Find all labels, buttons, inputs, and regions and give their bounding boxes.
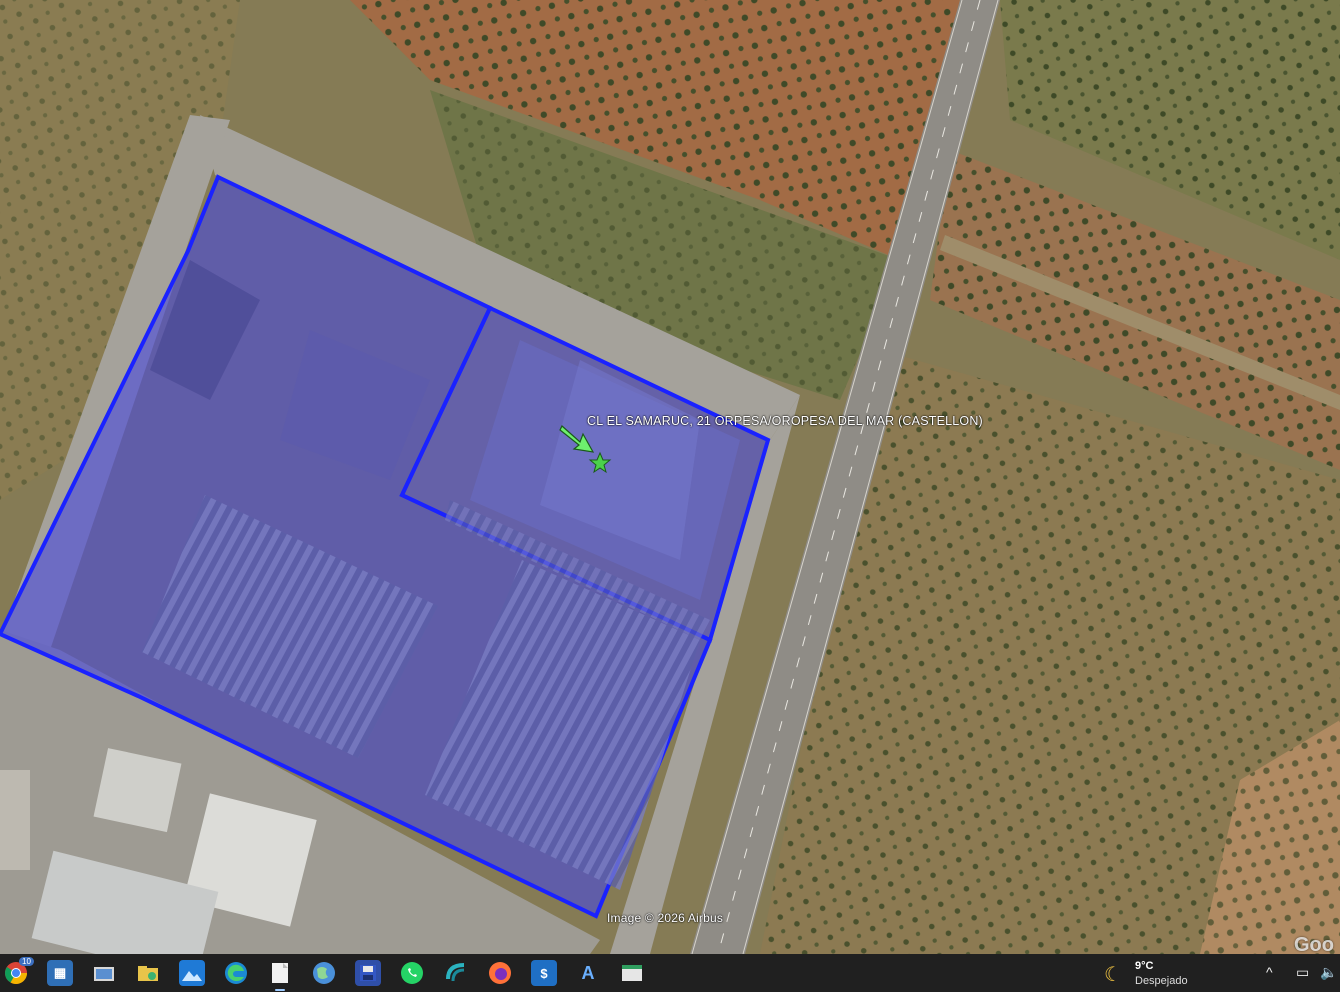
save-disk-icon[interactable] (355, 960, 381, 986)
image-viewer-icon[interactable]: ▦ (47, 960, 73, 986)
satellite-map[interactable]: CL EL SAMARUC, 21 ORPESA/OROPESA DEL MAR… (0, 0, 1340, 954)
firefox-icon[interactable] (487, 960, 513, 986)
weather-description: Despejado (1135, 975, 1188, 987)
dollar-app-icon[interactable]: $ (531, 960, 557, 986)
shared-folder-icon[interactable] (135, 960, 161, 986)
imagery-copyright: Image © 2026 Airbus (607, 911, 724, 925)
sync-app-icon[interactable] (443, 960, 469, 986)
chrome-notification-badge: 10 (19, 957, 34, 966)
google-earth-icon[interactable] (311, 960, 337, 986)
weather-temperature: 9°C (1135, 960, 1154, 972)
autocad-icon[interactable]: A (575, 960, 601, 986)
file-explorer-camera-icon[interactable] (91, 960, 117, 986)
photos-icon[interactable] (179, 960, 205, 986)
edge-icon[interactable] (223, 960, 249, 986)
volume-icon[interactable]: 🔈 (1320, 964, 1337, 981)
map-imagery (0, 0, 1340, 954)
chevron-up-icon[interactable]: ^ (1266, 964, 1273, 980)
network-icon[interactable]: ▭ (1296, 964, 1309, 981)
whatsapp-icon[interactable] (399, 960, 425, 986)
google-logo: Goo (1294, 934, 1334, 954)
parcel-address-label: CL EL SAMARUC, 21 ORPESA/OROPESA DEL MAR… (587, 414, 983, 428)
moon-icon: ☾ (1104, 964, 1122, 986)
window-app-icon[interactable] (619, 960, 645, 986)
document-icon[interactable] (267, 960, 293, 991)
